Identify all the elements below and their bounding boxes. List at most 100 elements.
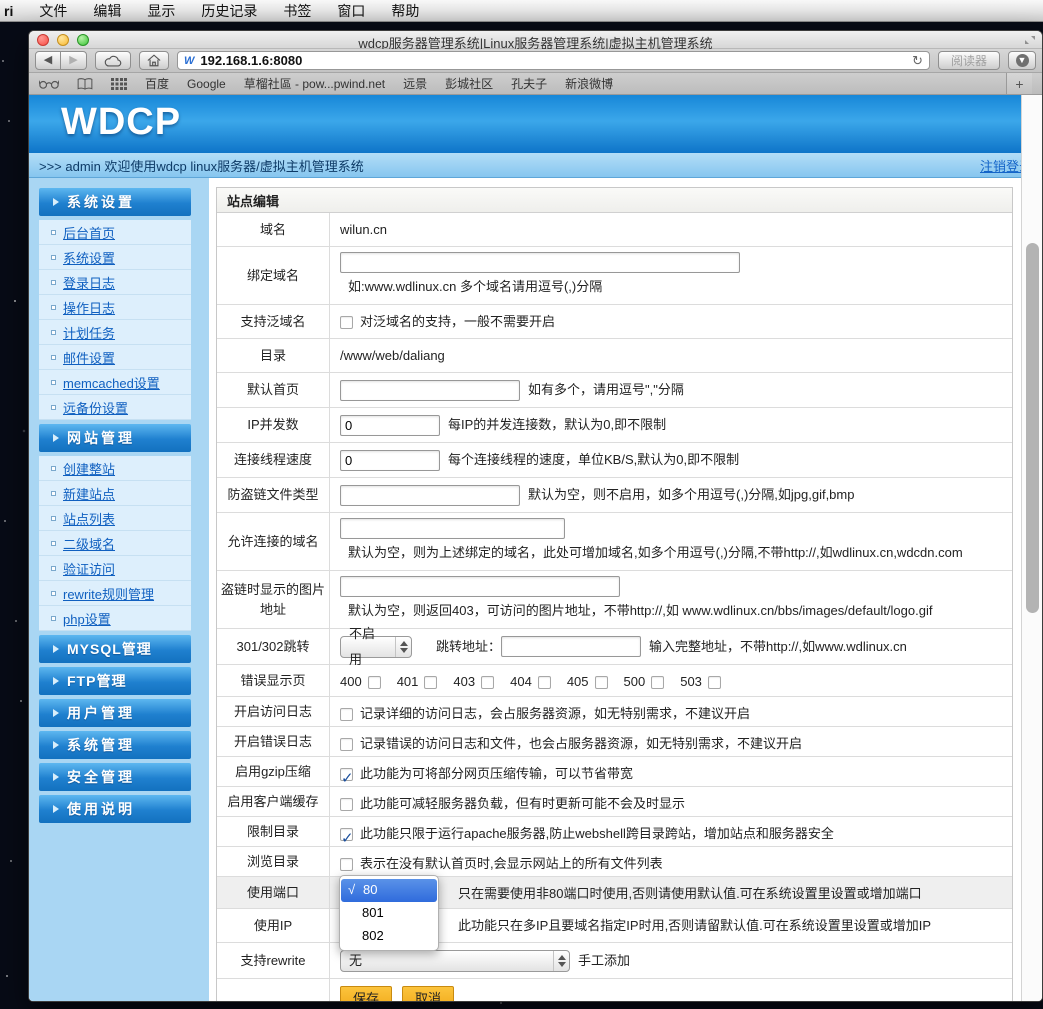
sidebar-item-php-settings[interactable]: php设置	[39, 606, 191, 631]
bind-domain-input[interactable]	[340, 252, 740, 273]
error-401-checkbox[interactable]	[424, 676, 437, 689]
address-bar[interactable]: W 192.168.1.6:8080 ↻	[177, 51, 930, 70]
error-405-checkbox[interactable]	[595, 676, 608, 689]
error-403-checkbox[interactable]	[481, 676, 494, 689]
row-ip-concurrency: IP并发数 每IP的并发连接数，默认为0,即不限制	[217, 408, 1012, 443]
sidebar-item-remote-backup[interactable]: 远备份设置	[39, 395, 191, 420]
bookmark-baidu[interactable]: 百度	[145, 75, 169, 92]
port-option-80[interactable]: 80	[341, 879, 437, 902]
wildcard-checkbox[interactable]	[340, 316, 353, 329]
ip-concurrency-input[interactable]	[340, 415, 440, 436]
menu-window[interactable]: 窗口	[337, 1, 365, 21]
new-tab-button[interactable]: +	[1006, 73, 1032, 94]
sidebar-section-mysql[interactable]: MYSQL管理	[39, 635, 191, 663]
bookmark-google[interactable]: Google	[187, 77, 226, 91]
sidebar-item-mail-settings[interactable]: 邮件设置	[39, 345, 191, 370]
error-503-checkbox[interactable]	[708, 676, 721, 689]
sidebar-item-memcached[interactable]: memcached设置	[39, 370, 191, 395]
sidebar-nav: 系统设置 后台首页 系统设置 登录日志 操作日志 计划任务 邮件设置 memca…	[39, 188, 191, 827]
home-button[interactable]	[139, 51, 169, 70]
reload-icon[interactable]: ↻	[912, 53, 923, 69]
cancel-button[interactable]: 取消	[402, 986, 454, 1002]
error-500-checkbox[interactable]	[651, 676, 664, 689]
sidebar-section-users[interactable]: 用户管理	[39, 699, 191, 727]
vertical-scrollbar[interactable]	[1021, 95, 1042, 1001]
forward-button[interactable]: ▶	[61, 51, 87, 70]
sidebar-section-system-management[interactable]: 系统管理	[39, 731, 191, 759]
sidebar-section-system-settings[interactable]: 系统设置	[39, 188, 191, 216]
row-browse-dir: 浏览目录 表示在没有默认首页时,会显示网站上的所有文件列表	[217, 847, 1012, 877]
sidebar-section-ftp[interactable]: FTP管理	[39, 667, 191, 695]
sidebar-item-site-list[interactable]: 站点列表	[39, 506, 191, 531]
bookmark-sina-weibo[interactable]: 新浪微博	[565, 75, 613, 92]
sidebar-section-website-management[interactable]: 网站管理	[39, 424, 191, 452]
row-port: 使用端口 80 801 802 只在需要使用非80端口时使用,否则请使用默认值.…	[217, 877, 1012, 909]
port-option-802[interactable]: 802	[340, 925, 438, 948]
bookmark-forum[interactable]: 草榴社區 - pow...pwind.net	[244, 75, 385, 92]
sidebar-item-subdomain[interactable]: 二级域名	[39, 531, 191, 556]
url-text[interactable]: 192.168.1.6:8080	[200, 53, 906, 68]
fullscreen-icon[interactable]	[1024, 35, 1036, 45]
back-button[interactable]: ◀	[35, 51, 61, 70]
chevron-right-icon	[53, 434, 59, 442]
menu-file[interactable]: 文件	[39, 1, 67, 21]
rewrite-select[interactable]: 无	[340, 950, 570, 972]
index-page-input[interactable]	[340, 380, 520, 401]
save-button[interactable]: 保存	[340, 986, 392, 1002]
icloud-tabs-button[interactable]	[95, 51, 131, 70]
leech-image-input[interactable]	[340, 576, 620, 597]
reader-button[interactable]: 阅读器	[938, 51, 1000, 70]
client-cache-checkbox[interactable]	[340, 798, 353, 811]
chevron-right-icon	[53, 198, 59, 206]
bookmarks-book-icon[interactable]	[77, 78, 93, 90]
chevron-right-icon	[53, 805, 59, 813]
site-favicon: W	[184, 55, 194, 67]
menu-edit[interactable]: 编辑	[93, 1, 121, 21]
bind-domain-hint: 如:www.wdlinux.cn 多个域名请用逗号(,)分隔	[348, 274, 602, 300]
redirect-address-input[interactable]	[501, 636, 641, 657]
error-404-checkbox[interactable]	[538, 676, 551, 689]
sidebar-item-new-site[interactable]: 新建站点	[39, 481, 191, 506]
menu-help[interactable]: 帮助	[391, 1, 419, 21]
sidebar-item-system-settings[interactable]: 系统设置	[39, 245, 191, 270]
error-log-checkbox[interactable]	[340, 738, 353, 751]
bullet-icon	[51, 541, 56, 546]
row-antileech-types: 防盗链文件类型 默认为空，则不启用，如多个用逗号(,)分隔,如jpg,gif,b…	[217, 478, 1012, 513]
antileech-types-input[interactable]	[340, 485, 520, 506]
title-bar[interactable]: wdcp服务器管理系统|Linux服务器管理系统|虚拟主机管理系统	[29, 31, 1042, 49]
app-menu[interactable]: ri	[4, 3, 13, 19]
sidebar-section-security[interactable]: 安全管理	[39, 763, 191, 791]
bullet-icon	[51, 280, 56, 285]
gzip-checkbox[interactable]	[340, 768, 353, 781]
sidebar-section-help[interactable]: 使用说明	[39, 795, 191, 823]
sidebar-item-auth-access[interactable]: 验证访问	[39, 556, 191, 581]
row-ip: 使用IP 此功能只在多IP且要域名指定IP时用,否则请留默认值.可在系统设置里设…	[217, 909, 1012, 943]
sidebar-item-create-full-site[interactable]: 创建整站	[39, 456, 191, 481]
access-log-checkbox[interactable]	[340, 708, 353, 721]
bullet-icon	[51, 491, 56, 496]
sidebar-item-rewrite-rules[interactable]: rewrite规则管理	[39, 581, 191, 606]
redirect-select[interactable]: 不启用	[340, 636, 412, 658]
thread-speed-input[interactable]	[340, 450, 440, 471]
bookmark-yuanjing[interactable]: 远景	[403, 75, 427, 92]
allow-domains-input[interactable]	[340, 518, 565, 539]
bookmark-kongfuzi[interactable]: 孔夫子	[511, 75, 547, 92]
browse-dir-checkbox[interactable]	[340, 858, 353, 871]
sidebar-item-dashboard[interactable]: 后台首页	[39, 220, 191, 245]
scrollbar-thumb[interactable]	[1026, 243, 1039, 613]
downloads-button[interactable]: ▼	[1008, 51, 1036, 70]
error-400-checkbox[interactable]	[368, 676, 381, 689]
top-sites-grid-icon[interactable]	[111, 78, 127, 90]
row-directory: 目录 /www/web/daliang	[217, 339, 1012, 373]
port-option-801[interactable]: 801	[340, 902, 438, 925]
menu-view[interactable]: 显示	[147, 1, 175, 21]
bookmark-pengcheng[interactable]: 彭城社区	[445, 75, 493, 92]
limit-dir-checkbox[interactable]	[340, 828, 353, 841]
reading-list-icon[interactable]	[39, 79, 59, 89]
sidebar-item-operation-log[interactable]: 操作日志	[39, 295, 191, 320]
menu-bookmarks[interactable]: 书签	[283, 1, 311, 21]
menu-history[interactable]: 历史记录	[201, 1, 257, 21]
sidebar-item-cron[interactable]: 计划任务	[39, 320, 191, 345]
sidebar-item-login-log[interactable]: 登录日志	[39, 270, 191, 295]
row-gzip: 启用gzip压缩 此功能为可将部分网页压缩传输，可以节省带宽	[217, 757, 1012, 787]
